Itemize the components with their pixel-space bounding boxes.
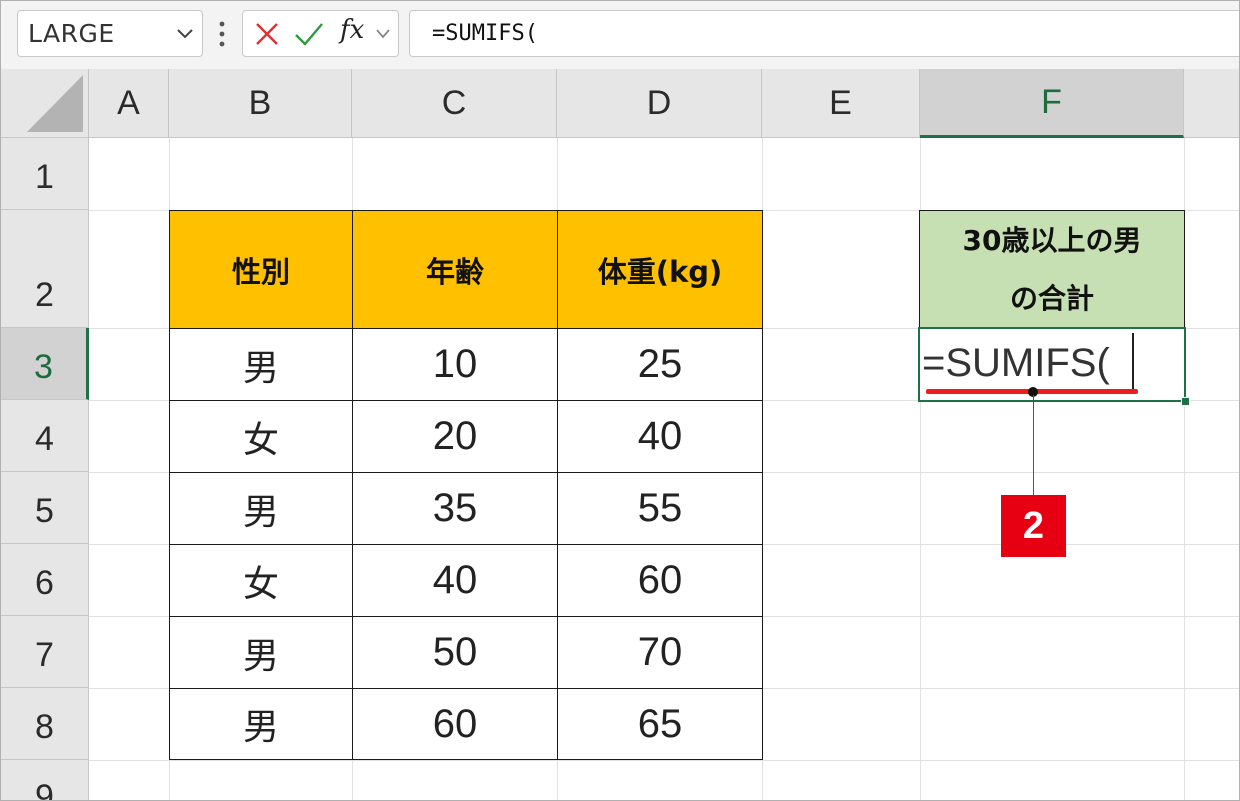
table-cell[interactable]: 男 (169, 688, 353, 760)
table-cell[interactable]: 20 (352, 400, 558, 473)
table-cell[interactable]: 50 (352, 616, 558, 689)
table-cell[interactable]: 女 (169, 544, 353, 617)
column-header-e[interactable]: E (762, 69, 920, 138)
table-cell[interactable]: 40 (557, 400, 763, 473)
check-icon[interactable] (293, 20, 325, 48)
table-header-weight[interactable]: 体重(kg) (557, 210, 763, 329)
callout-line (1033, 395, 1034, 497)
name-box[interactable]: LARGE (17, 10, 203, 57)
result-header-cell[interactable]: 30歳以上の男 の合計 (919, 210, 1185, 329)
fill-handle[interactable] (1181, 397, 1190, 406)
table-cell[interactable]: 55 (557, 472, 763, 545)
column-header-a[interactable]: A (89, 69, 169, 138)
result-header-line2: の合計 (1009, 281, 1094, 315)
table-cell[interactable]: 10 (352, 328, 558, 401)
row-header-3[interactable]: 3 (1, 328, 89, 400)
column-header-f[interactable]: F (920, 69, 1184, 138)
select-all-triangle-icon (27, 75, 83, 132)
row-header-5[interactable]: 5 (1, 472, 89, 544)
excel-window: LARGE fx =SUMIFS(A B C D E F 1 2 3 4 5 … (0, 0, 1240, 801)
row-header-1[interactable]: 1 (1, 138, 89, 210)
table-cell[interactable]: 40 (352, 544, 558, 617)
table-header-age[interactable]: 年齢 (352, 210, 558, 329)
table-cell[interactable]: 60 (557, 544, 763, 617)
active-cell-formula: =SUMIFS( (922, 341, 1110, 385)
row-header-9[interactable]: 9 (1, 760, 89, 800)
table-cell[interactable]: 65 (557, 688, 763, 760)
column-header-c[interactable]: C (352, 69, 557, 138)
row-header-8[interactable]: 8 (1, 688, 89, 760)
table-cell[interactable]: 男 (169, 616, 353, 689)
table-cell[interactable]: 35 (352, 472, 558, 545)
column-header-g[interactable] (1184, 69, 1239, 138)
step-number-badge: 2 (1001, 495, 1066, 557)
row-header-2[interactable]: 2 (1, 210, 89, 328)
select-all-corner[interactable] (1, 69, 89, 138)
result-header-line1: 30歳以上の男 (962, 223, 1142, 257)
chevron-down-icon[interactable] (176, 28, 194, 40)
more-vertical-icon[interactable] (215, 19, 229, 49)
formula-input[interactable]: =SUMIFS( (409, 10, 1239, 57)
formula-input-text: =SUMIFS( (432, 21, 538, 46)
table-cell[interactable]: 男 (169, 328, 353, 401)
formula-buttons: fx (242, 10, 399, 57)
row-header-4[interactable]: 4 (1, 400, 89, 472)
text-caret (1132, 333, 1134, 391)
table-cell[interactable]: 女 (169, 400, 353, 473)
table-header-gender[interactable]: 性別 (169, 210, 353, 329)
chevron-down-icon[interactable] (375, 28, 391, 40)
row-header-6[interactable]: 6 (1, 544, 89, 616)
table-cell[interactable]: 70 (557, 616, 763, 689)
row-header-7[interactable]: 7 (1, 616, 89, 688)
column-header-d[interactable]: D (557, 69, 762, 138)
table-cell[interactable]: 25 (557, 328, 763, 401)
name-box-value: LARGE (28, 19, 115, 48)
table-cell[interactable]: 60 (352, 688, 558, 760)
cancel-x-icon[interactable] (253, 20, 281, 48)
formula-bar: LARGE fx =SUMIFS( (1, 1, 1239, 70)
table-cell[interactable]: 男 (169, 472, 353, 545)
column-header-b[interactable]: B (169, 69, 352, 138)
worksheet-grid: A B C D E F 1 2 3 4 5 6 7 8 9 性別 年齢 体重(k… (1, 69, 1239, 800)
fx-function-icon[interactable]: fx (340, 15, 364, 45)
